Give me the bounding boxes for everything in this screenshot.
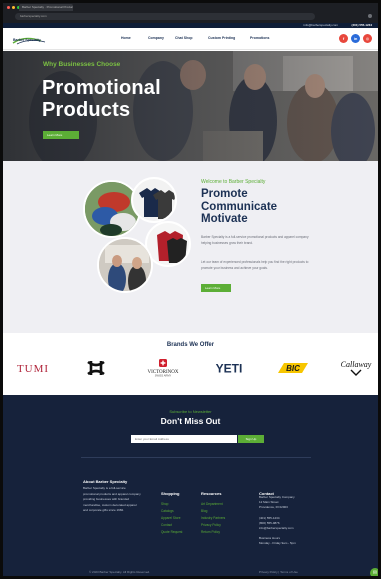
main-nav: Home Company Chat Shop Custom Printing P… bbox=[121, 36, 280, 40]
footer-link-shop[interactable]: Shop bbox=[161, 501, 182, 508]
svg-text:TUMI: TUMI bbox=[17, 363, 49, 373]
site-logo[interactable]: Barber Specialty bbox=[11, 32, 51, 46]
svg-text:YETI: YETI bbox=[216, 362, 243, 374]
product-collage bbox=[83, 177, 193, 309]
shirts-photo bbox=[131, 177, 177, 223]
footer-bottom-bar: © 2023 Barber Specialty. All Rights Rese… bbox=[3, 566, 378, 576]
nav-chat-shop[interactable]: Chat Shop bbox=[175, 36, 208, 40]
footer-link-industry-partners[interactable]: Industry Partners bbox=[201, 515, 225, 522]
welcome-section: Welcome to Barber Specialty Promote Comm… bbox=[3, 161, 378, 333]
site-header: Barber Specialty Home Company Chat Shop … bbox=[3, 28, 378, 50]
nav-promotions[interactable]: Promotions bbox=[250, 36, 280, 40]
logo-text: Barber Specialty bbox=[13, 38, 41, 42]
brand-under-armour[interactable] bbox=[79, 359, 113, 377]
welcome-title-line1: Promote bbox=[201, 188, 248, 200]
bic-logo-icon: BIC bbox=[278, 363, 308, 373]
footer-link-contact[interactable]: Contact bbox=[161, 522, 182, 529]
svg-text:BIC: BIC bbox=[286, 364, 300, 373]
footer-link-catalogs[interactable]: Catalogs bbox=[161, 508, 182, 515]
social-links: f in ◎ bbox=[339, 34, 372, 43]
instagram-icon[interactable]: ◎ bbox=[363, 34, 372, 43]
welcome-paragraph-1: Barber Specialty is a full-service promo… bbox=[201, 235, 309, 245]
svg-text:SWISS ARMY: SWISS ARMY bbox=[155, 374, 172, 378]
brand-bic[interactable]: BIC bbox=[275, 359, 311, 377]
newsletter-title: Don't Miss Out bbox=[160, 416, 221, 426]
nav-custom-printing[interactable]: Custom Printing bbox=[208, 36, 250, 40]
footer-link-privacy-policy[interactable]: Privacy Policy bbox=[201, 522, 225, 529]
close-window-icon[interactable] bbox=[7, 6, 10, 9]
facebook-icon[interactable]: f bbox=[339, 34, 348, 43]
browser-window: Barber Specialty · Promotional Products … bbox=[3, 3, 378, 576]
footer-about-title: About Barber Specialty bbox=[83, 479, 128, 484]
copyright-text: © 2023 Barber Specialty. All Rights Rese… bbox=[89, 570, 151, 574]
footer-link-blog[interactable]: Blog bbox=[201, 508, 225, 515]
footer-about-text: Barber Specialty is a full-service promo… bbox=[83, 486, 141, 512]
chat-icon[interactable]: ✉ bbox=[370, 568, 378, 576]
tumi-logo-icon: TUMI bbox=[17, 363, 49, 373]
footer-link-return-policy[interactable]: Return Policy bbox=[201, 529, 225, 536]
svg-text:Callaway: Callaway bbox=[341, 360, 372, 369]
footer-contact-info: Barber Specialty Company 12 Main Street … bbox=[259, 495, 319, 547]
browser-chrome: Barber Specialty · Promotional Products … bbox=[3, 3, 378, 23]
newsletter-signup-button[interactable]: Sign Up bbox=[238, 435, 264, 443]
hero-eyebrow: Why Businesses Choose bbox=[43, 61, 121, 68]
welcome-eyebrow: Welcome to Barber Specialty bbox=[201, 179, 266, 185]
linkedin-icon[interactable]: in bbox=[351, 34, 360, 43]
footer-shopping-title: Shopping bbox=[161, 491, 180, 496]
hero-learn-more-button[interactable]: Learn More bbox=[43, 131, 79, 139]
brands-title: Brands We Offer bbox=[166, 342, 215, 348]
welcome-title-line3: Motivate bbox=[201, 213, 248, 225]
brand-yeti[interactable]: YETI bbox=[209, 359, 249, 377]
footer-divider bbox=[81, 457, 311, 458]
welcome-title-line2: Communicate bbox=[201, 200, 278, 213]
event-booth-photo bbox=[97, 237, 153, 293]
footer-link-quote-request[interactable]: Quote Request bbox=[161, 529, 182, 536]
brand-tumi[interactable]: TUMI bbox=[11, 359, 55, 377]
footer-shopping-list: Shop Catalogs Apparel Store Contact Quot… bbox=[161, 501, 182, 536]
yeti-logo-icon: YETI bbox=[216, 362, 243, 374]
profile-icon[interactable] bbox=[368, 14, 372, 18]
contact-hours: Monday - Friday 9am - 5pm bbox=[259, 541, 296, 546]
callaway-logo-icon: Callaway bbox=[341, 360, 372, 376]
welcome-title: Promote Communicate Motivate bbox=[201, 188, 277, 226]
under-armour-logo-icon bbox=[87, 360, 105, 376]
nav-company[interactable]: Company bbox=[148, 36, 175, 40]
brand-callaway[interactable]: Callaway bbox=[337, 359, 375, 377]
newsletter-eyebrow: Subscribe to Newsletter bbox=[169, 409, 212, 414]
brands-section: Brands We Offer TUMI VICTORINOX SWISS AR… bbox=[3, 333, 378, 395]
newsletter-footer: Subscribe to Newsletter Don't Miss Out S… bbox=[3, 395, 378, 576]
hero-title: Promotional Products bbox=[42, 77, 161, 121]
brand-victorinox[interactable]: VICTORINOX SWISS ARMY bbox=[135, 359, 191, 377]
footer-resources-list: Art Department Blog Industry Partners Pr… bbox=[201, 501, 225, 536]
footer-legal-links[interactable]: Privacy Policy | Terms of Use bbox=[259, 570, 298, 574]
address-bar[interactable]: barberspecialty.com bbox=[15, 13, 315, 20]
welcome-learn-more-button[interactable]: Learn More bbox=[201, 284, 231, 292]
welcome-paragraph-2: Let our team of experienced professional… bbox=[201, 260, 309, 270]
minimize-window-icon[interactable] bbox=[12, 6, 15, 9]
hero-banner: Why Businesses Choose Promotional Produc… bbox=[3, 51, 378, 161]
newsletter-email-input[interactable] bbox=[131, 435, 237, 443]
hero-title-line2: Products bbox=[42, 99, 131, 121]
footer-link-art-department[interactable]: Art Department bbox=[201, 501, 225, 508]
victorinox-logo-icon: VICTORINOX SWISS ARMY bbox=[147, 359, 179, 378]
nav-home[interactable]: Home bbox=[121, 36, 148, 40]
browser-tab[interactable]: Barber Specialty · Promotional Products bbox=[19, 4, 73, 11]
footer-resources-title: Resources bbox=[201, 491, 222, 496]
footer-link-apparel-store[interactable]: Apparel Store bbox=[161, 515, 182, 522]
hero-title-line1: Promotional bbox=[42, 77, 161, 99]
